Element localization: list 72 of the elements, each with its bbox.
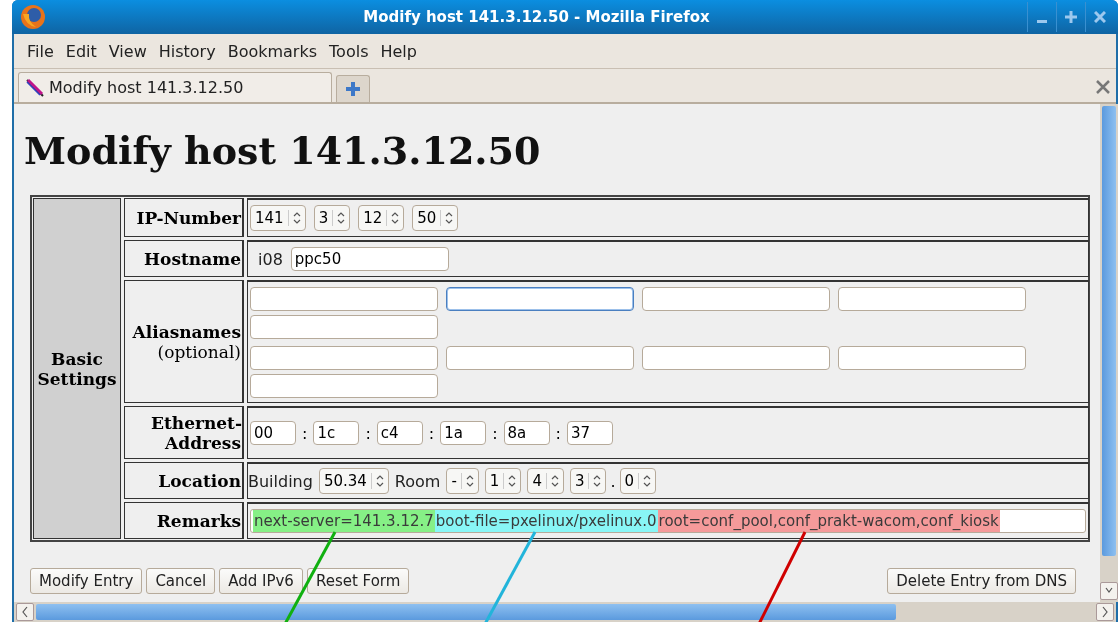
vertical-scrollbar[interactable] — [1100, 104, 1118, 602]
browser-logo-icon — [20, 4, 46, 30]
page-heading: Modify host 141.3.12.50 — [24, 128, 542, 173]
spin-select[interactable]: 3 — [313, 205, 351, 231]
spin-select[interactable]: - — [446, 468, 479, 494]
menu-item[interactable]: File — [24, 41, 63, 61]
menu-item[interactable]: Help — [377, 41, 426, 61]
scroll-left-button[interactable] — [16, 603, 34, 621]
menu-item[interactable]: Bookmarks — [224, 41, 327, 61]
section-label: Basic Settings — [33, 198, 121, 539]
new-tab-button[interactable] — [336, 75, 370, 102]
alias-field[interactable] — [250, 345, 438, 370]
spin-select[interactable]: 12 — [358, 205, 405, 231]
alias-field[interactable] — [250, 286, 438, 311]
row-label-text: Remarks — [156, 510, 241, 531]
room-label: Room — [394, 471, 441, 491]
alias-field[interactable] — [250, 373, 438, 398]
spin-select[interactable]: 3 — [569, 468, 607, 494]
spin-select[interactable]: 0 — [619, 468, 657, 494]
row-label-text: Aliasnames — [132, 321, 241, 342]
separator: : — [428, 423, 435, 443]
spin-select[interactable]: 4 — [527, 468, 564, 494]
building-label: Building — [248, 471, 313, 491]
spin-select[interactable]: 141 — [250, 205, 306, 231]
mac-byte-field[interactable]: 37 — [566, 421, 613, 445]
separator: : — [365, 423, 371, 443]
spin-select[interactable]: 50.34 — [318, 468, 389, 494]
alias-field[interactable] — [446, 345, 634, 370]
scroll-down-button[interactable] — [1100, 582, 1118, 600]
mac-byte-field[interactable]: 8a — [503, 421, 550, 445]
row-label-text: Location — [158, 470, 241, 491]
separator: . — [610, 471, 616, 491]
alias-field[interactable] — [250, 314, 438, 339]
alias-field[interactable] — [642, 286, 830, 311]
horizontal-scrollbar[interactable] — [14, 602, 1116, 622]
form-button[interactable]: Modify Entry — [30, 568, 143, 594]
scroll-right-button[interactable] — [1096, 603, 1114, 621]
mac-byte-field[interactable]: c4 — [376, 421, 423, 445]
close-tab-icon[interactable] — [1096, 80, 1110, 94]
plus-icon — [1065, 11, 1077, 23]
form-button[interactable]: Cancel — [146, 568, 216, 594]
separator: : — [492, 423, 498, 443]
domain-prefix: i08 — [258, 249, 283, 269]
close-icon — [1094, 11, 1106, 23]
mac-byte-field[interactable]: 1c — [313, 421, 360, 445]
menu-item[interactable]: Tools — [326, 41, 378, 61]
row-label-text: IP-Number — [136, 207, 241, 228]
mac-byte-field[interactable]: 1a — [440, 421, 487, 445]
window-title: Modify host 141.3.12.50 - Mozilla Firefox — [363, 8, 710, 26]
spin-select[interactable]: 50 — [412, 205, 459, 231]
form-button[interactable]: Reset Form — [306, 568, 410, 594]
hostname-field[interactable]: ppc50 — [290, 247, 449, 271]
row-label-text: Ethernet-Address — [151, 412, 241, 453]
delete-button[interactable]: Delete Entry from DNS — [887, 568, 1076, 594]
alias-field[interactable] — [838, 286, 1026, 311]
alias-field[interactable] — [838, 345, 1026, 370]
spin-select[interactable]: 1 — [484, 468, 522, 494]
browser-tab[interactable]: Modify host 141.3.12.50 — [18, 72, 332, 102]
plus-icon — [345, 81, 361, 97]
menu-item[interactable]: History — [155, 41, 225, 61]
alias-field[interactable] — [446, 286, 634, 311]
menu-item[interactable]: View — [105, 41, 156, 61]
mac-byte-field[interactable]: 00 — [250, 421, 296, 445]
menu-item[interactable]: Edit — [62, 41, 106, 61]
feather-icon — [25, 77, 45, 98]
separator: : — [302, 423, 308, 443]
alias-field[interactable] — [642, 345, 830, 370]
row-label-text: Hostname — [144, 248, 241, 269]
hint-text: (optional) — [157, 341, 241, 362]
form-button[interactable]: Add IPv6 — [219, 568, 303, 594]
separator: : — [555, 423, 561, 443]
minimize-icon — [1037, 19, 1047, 23]
